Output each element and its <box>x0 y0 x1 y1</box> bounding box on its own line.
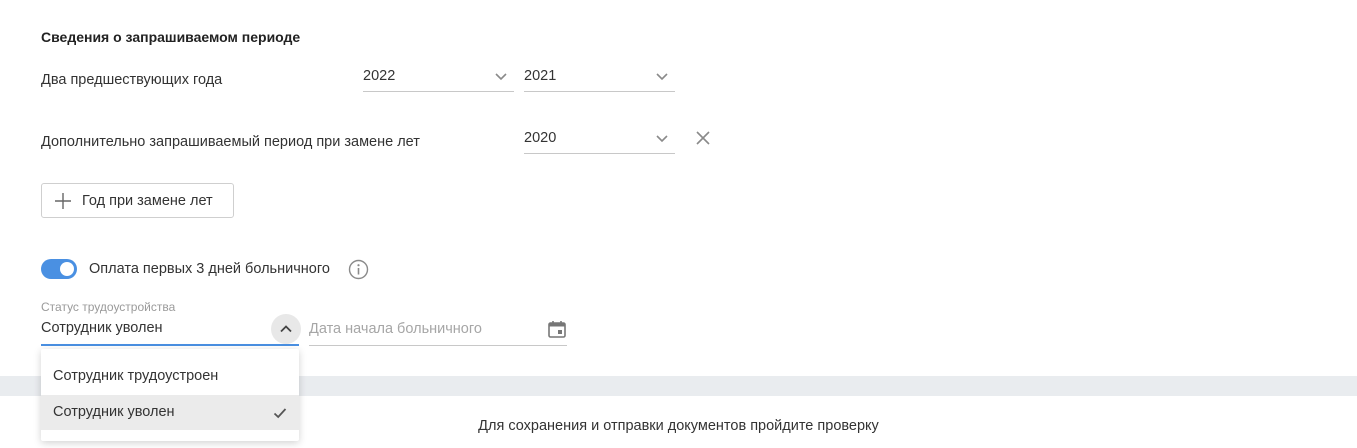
add-year-button[interactable]: Год при замене лет <box>41 183 234 218</box>
sick-pay-toggle-label: Оплата первых 3 дней больничного <box>89 261 330 277</box>
chevron-down-icon <box>495 73 507 81</box>
employment-status-dropdown: Сотрудник трудоустроен Сотрудник уволен <box>41 349 299 441</box>
plus-icon <box>55 193 71 209</box>
dropdown-option-label: Сотрудник трудоустроен <box>53 368 219 384</box>
info-icon[interactable] <box>348 259 369 280</box>
years-label: Два предшествующих года <box>41 72 223 88</box>
employment-status-value: Сотрудник уволен <box>41 320 163 336</box>
close-icon[interactable] <box>695 130 711 146</box>
extra-period-value: 2020 <box>524 130 557 146</box>
add-year-button-label: Год при замене лет <box>82 193 213 209</box>
employment-status-select[interactable]: Сотрудник уволен <box>41 314 301 346</box>
year-select-second[interactable]: 2021 <box>524 62 675 92</box>
year-select-second-value: 2021 <box>524 68 557 84</box>
extra-period-select[interactable]: 2020 <box>524 124 675 154</box>
footer-note-text: Для сохранения и отправки документов про… <box>478 418 879 434</box>
chevron-up-button[interactable] <box>271 314 301 344</box>
chevron-up-icon <box>280 325 292 333</box>
check-icon <box>273 408 287 419</box>
sick-pay-toggle[interactable] <box>41 259 77 279</box>
dropdown-option-employed[interactable]: Сотрудник трудоустроен <box>41 359 299 394</box>
employment-status-caption: Статус трудоустройства <box>41 300 176 314</box>
section-title: Сведения о запрашиваемом периоде <box>41 29 301 45</box>
year-select-first[interactable]: 2022 <box>363 62 514 92</box>
year-select-first-value: 2022 <box>363 68 396 84</box>
extra-period-label: Дополнительно запрашиваемый период при з… <box>41 134 420 150</box>
dropdown-option-dismissed[interactable]: Сотрудник уволен <box>41 395 299 430</box>
sick-leave-start-date-field[interactable]: Дата начала больничного <box>309 314 567 346</box>
chevron-down-icon <box>656 73 668 81</box>
sick-leave-start-placeholder: Дата начала больничного <box>309 321 482 337</box>
chevron-down-icon <box>656 135 668 143</box>
dropdown-option-label: Сотрудник уволен <box>53 404 175 420</box>
calendar-icon[interactable] <box>547 319 567 339</box>
toggle-knob <box>60 262 74 276</box>
